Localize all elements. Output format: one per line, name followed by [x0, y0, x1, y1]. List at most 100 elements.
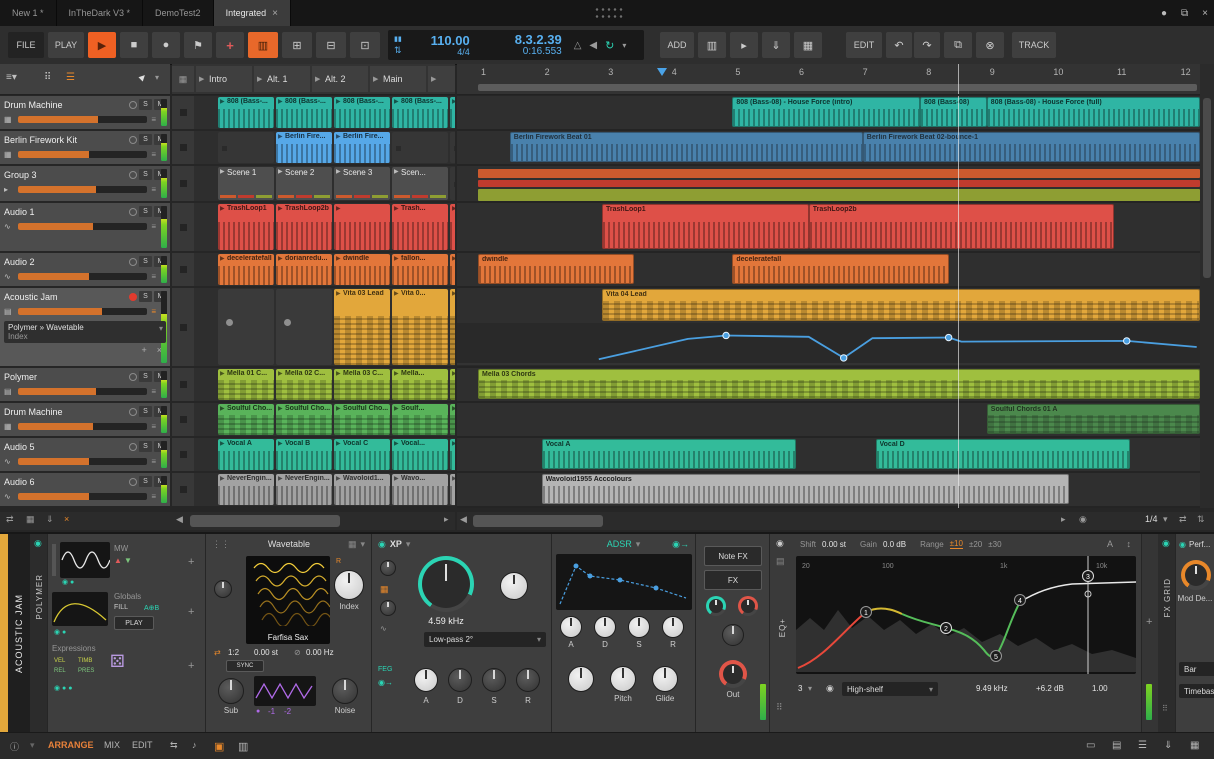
add-modulator-2-icon[interactable]: +: [188, 606, 194, 618]
env-route-dots-icon[interactable]: ◉ ●: [54, 628, 66, 636]
eq-band-number[interactable]: 3: [798, 684, 802, 693]
arranger-clip[interactable]: Vocal D: [875, 439, 1130, 469]
zoom-height-icon[interactable]: ⇅: [1197, 514, 1205, 525]
track-header[interactable]: Audio 2SM∿≡: [0, 253, 170, 288]
amp-sustain-knob[interactable]: [628, 616, 650, 638]
filter-caret-icon[interactable]: ▾: [406, 539, 411, 550]
volume-fader[interactable]: [18, 307, 148, 315]
clip-play-icon[interactable]: ▶: [452, 98, 455, 105]
launcher-clip[interactable]: [276, 289, 332, 365]
arranger-clip[interactable]: 808 (Bass-08) - House Force (full): [986, 97, 1200, 127]
launcher-clip[interactable]: ▶ Mella 02 C...: [276, 369, 332, 400]
polymer-device-tab[interactable]: ◉ POLYMER: [30, 534, 48, 734]
layout-a-button[interactable]: ⊞: [282, 32, 312, 58]
browser-button[interactable]: ▦: [794, 32, 822, 58]
eq-band-gain[interactable]: +6.2 dB: [1036, 684, 1064, 693]
eq-range-10[interactable]: ±10: [949, 539, 963, 549]
tempo-value[interactable]: 110.00: [408, 34, 470, 47]
eq-node-2[interactable]: 2: [940, 622, 952, 634]
ab-toggle[interactable]: A⊕B: [144, 604, 159, 612]
cutoff-value[interactable]: 4.59 kHz: [410, 616, 482, 626]
lfo-display[interactable]: [254, 676, 316, 706]
snap-value[interactable]: 1/4: [1145, 514, 1158, 524]
solo-button[interactable]: S: [139, 291, 152, 302]
stop-clips-icon[interactable]: ×: [64, 514, 69, 524]
arranger-clip[interactable]: Mella 03 Chords: [478, 369, 1200, 399]
osc-freq[interactable]: 0.00 Hz: [306, 648, 334, 657]
project-tab[interactable]: DemoTest2: [143, 0, 214, 26]
pointer-tool-icon[interactable]: ►: [136, 70, 151, 85]
track-menu-icon[interactable]: ≡: [151, 150, 156, 159]
track-menu-icon[interactable]: ≡: [151, 185, 156, 194]
eq-power-icon[interactable]: ◉: [776, 538, 784, 549]
list-view-icon[interactable]: ☰: [66, 72, 75, 83]
launcher-clip[interactable]: ▶ Scene 1: [218, 167, 274, 200]
tool-caret-icon[interactable]: ▾: [155, 73, 159, 82]
wavetable-display[interactable]: Farfisa Sax: [246, 556, 330, 644]
clip-play-icon[interactable]: ▶: [394, 290, 399, 297]
wavetable-preset-name[interactable]: Farfisa Sax: [246, 633, 330, 642]
clip-stop-cell[interactable]: [172, 438, 194, 473]
mod-mini-fader[interactable]: [52, 544, 56, 576]
clip-play-icon[interactable]: ▶: [336, 133, 341, 140]
loop-caret-icon[interactable]: ▾: [622, 41, 626, 50]
index-knob[interactable]: [334, 570, 364, 600]
scene-play-icon[interactable]: ▶: [431, 75, 436, 83]
solo-button[interactable]: S: [139, 441, 152, 452]
arranger-clip[interactable]: Berlin Firework Beat 01: [509, 132, 863, 162]
clip-play-icon[interactable]: ▶: [278, 205, 283, 212]
scene-play-icon[interactable]: ▶: [315, 75, 320, 83]
add-modulator-3-icon[interactable]: +: [188, 660, 194, 672]
edit-menu-button[interactable]: EDIT: [846, 32, 882, 58]
mod-down-icon[interactable]: ▼: [124, 556, 132, 565]
launcher-clip[interactable]: ▶: [334, 204, 390, 250]
track-menu-icon[interactable]: ≡: [151, 457, 156, 466]
launcher-clip[interactable]: ▶: [450, 369, 455, 400]
add-audio-track-button[interactable]: ▸: [730, 32, 758, 58]
sub-knob[interactable]: [218, 678, 244, 704]
add-effect-track-button[interactable]: ⇓: [762, 32, 790, 58]
clip-play-icon[interactable]: ▶: [278, 440, 283, 447]
wt-blend-knob[interactable]: [214, 580, 232, 598]
vel-expression[interactable]: VEL: [54, 658, 65, 664]
arm-button[interactable]: [129, 100, 137, 109]
feg-release-knob[interactable]: [516, 668, 540, 692]
notification-dot-icon[interactable]: ●: [1161, 8, 1167, 19]
clip-play-icon[interactable]: ▶: [278, 133, 283, 140]
amp-attack-knob[interactable]: [560, 616, 582, 638]
layout-c-button[interactable]: ⊡: [350, 32, 380, 58]
rel-expression[interactable]: REL: [54, 668, 66, 674]
eq-node-4[interactable]: 4: [1014, 594, 1026, 606]
mw-modulator-label[interactable]: MW: [114, 544, 128, 553]
clip-play-icon[interactable]: ▶: [452, 290, 455, 297]
cutoff-knob[interactable]: [418, 556, 474, 612]
volume-fader[interactable]: [18, 387, 148, 395]
eq-grid-icon[interactable]: ⠿: [776, 702, 783, 713]
loop-toggle-icon[interactable]: ⇄: [1179, 514, 1187, 525]
play-mode-button[interactable]: PLAY: [114, 616, 154, 630]
launcher-clip[interactable]: ▶ 808 (Bass-...: [392, 97, 448, 128]
amp-release-knob[interactable]: [662, 616, 684, 638]
track-list-menu-icon[interactable]: ≡▾: [6, 72, 17, 83]
arrangement-range-bar[interactable]: [478, 84, 1197, 91]
eq-band-freq[interactable]: 9.49 kHz: [976, 684, 1008, 693]
fill-toggle[interactable]: FILL: [114, 604, 128, 611]
track-header[interactable]: Drum MachineSM▦≡: [0, 96, 170, 131]
mix-view-tab[interactable]: MIX: [104, 740, 120, 750]
wavetable-browse-icon[interactable]: ▦: [348, 539, 357, 550]
song-position[interactable]: 8.3.2.39: [484, 33, 562, 46]
arranger-timeline[interactable]: 808 (Bass-08) - House Force (intro) 808 (…: [457, 96, 1200, 508]
close-tab-icon[interactable]: ×: [272, 8, 278, 19]
launcher-clip[interactable]: ▶ Vocal C: [334, 439, 390, 470]
song-time[interactable]: 0:16.553: [484, 46, 562, 57]
stop-button[interactable]: ■: [120, 32, 148, 58]
adsr-envelope-display[interactable]: [556, 554, 692, 610]
arranger-clip[interactable]: dwindle: [478, 254, 634, 284]
eq-range-30[interactable]: ±30: [988, 540, 1001, 549]
mod-route-dots-icon[interactable]: ◉ ●: [62, 578, 74, 586]
arranger-clip[interactable]: TrashLoop1: [602, 204, 809, 249]
eq-node-5[interactable]: 5: [990, 650, 1002, 662]
launcher-clip[interactable]: ▶: [450, 404, 455, 435]
clip-play-icon[interactable]: ▶: [452, 405, 455, 412]
clip-stop-cell[interactable]: [172, 473, 194, 508]
